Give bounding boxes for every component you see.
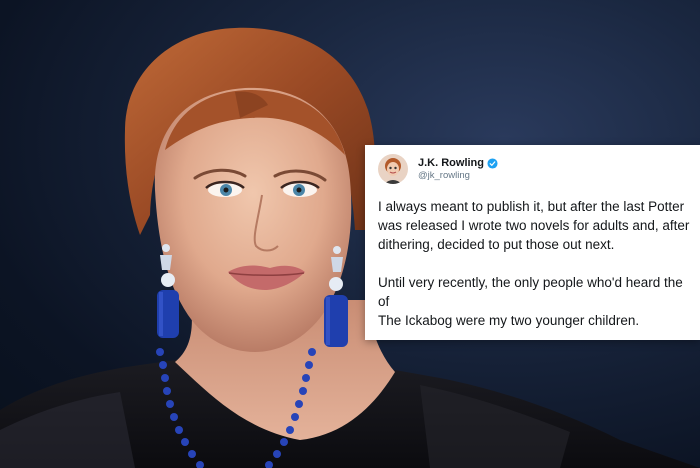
tweet-line: Until very recently, the only people who… — [378, 275, 683, 290]
tweet-header: J.K. Rowling @jk_rowling — [378, 154, 498, 184]
handle: @jk_rowling — [418, 170, 470, 181]
tweet-line: was released I wrote two novels for adul… — [378, 218, 690, 233]
tweet-line: I always meant to publish it, but after … — [378, 199, 685, 214]
tweet-line: of — [378, 294, 390, 309]
tweet-screenshot: J.K. Rowling @jk_rowling I always meant … — [365, 145, 700, 340]
tweet-line: dithering, decided to put those out next… — [378, 237, 615, 252]
verified-badge-icon — [487, 157, 498, 169]
tweet-line: The Ickabog were my two younger children… — [378, 313, 640, 328]
display-name: J.K. Rowling — [418, 157, 484, 169]
tweet-text: I always meant to publish it, but after … — [378, 197, 700, 330]
article-hero-image: J.K. Rowling @jk_rowling I always meant … — [0, 0, 700, 468]
avatar — [378, 154, 408, 184]
